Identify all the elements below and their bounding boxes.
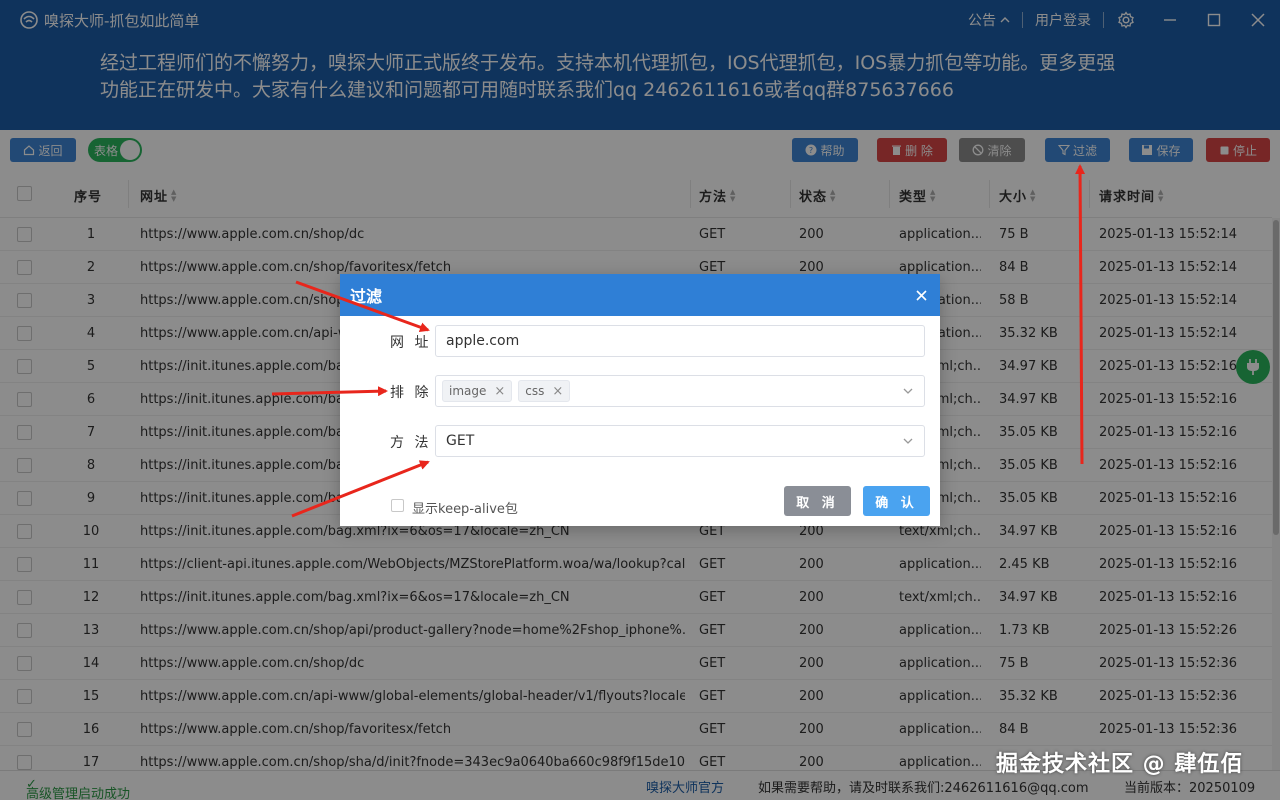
cancel-button[interactable]: 取 消 xyxy=(784,486,851,516)
exclude-tag: css × xyxy=(518,380,571,402)
tag-remove-icon[interactable]: × xyxy=(494,384,505,399)
exclude-tag-label: image xyxy=(449,384,487,398)
method-filter-value: GET xyxy=(446,433,475,449)
url-filter-value: apple.com xyxy=(446,333,520,349)
url-filter-label: 网 址 xyxy=(390,335,432,351)
filter-dialog: 过滤 网 址 apple.com 排 除 image × css × 方 法 G… xyxy=(340,274,940,526)
exclude-filter-select[interactable]: image × css × xyxy=(435,375,925,407)
close-icon xyxy=(915,289,927,301)
chevron-down-icon xyxy=(903,438,913,444)
dialog-close-button[interactable] xyxy=(912,286,930,304)
exclude-tag: image × xyxy=(442,380,513,402)
dialog-header: 过滤 xyxy=(340,274,940,316)
method-filter-select[interactable]: GET xyxy=(435,425,925,457)
keepalive-checkbox[interactable] xyxy=(391,499,404,512)
url-filter-input[interactable]: apple.com xyxy=(435,325,925,357)
watermark: 掘金技术社区 @ 肆伍佰 xyxy=(996,752,1244,777)
dialog-title: 过滤 xyxy=(350,287,383,306)
exclude-tag-label: css xyxy=(525,384,545,398)
chevron-down-icon xyxy=(903,388,913,394)
exclude-filter-label: 排 除 xyxy=(390,385,432,401)
method-filter-label: 方 法 xyxy=(390,435,432,451)
confirm-button[interactable]: 确 认 xyxy=(863,486,930,516)
tag-remove-icon[interactable]: × xyxy=(552,384,563,399)
keepalive-label[interactable]: 显示keep-alive包 xyxy=(412,498,518,517)
